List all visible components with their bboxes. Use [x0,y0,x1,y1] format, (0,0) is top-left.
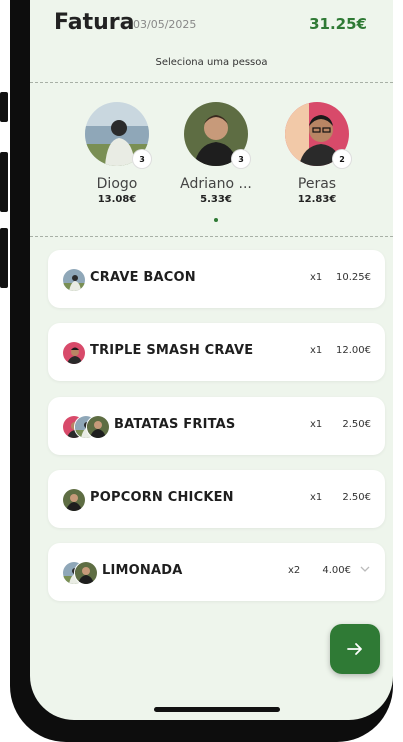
select-person-label: Seleciona uma pessoa [155,57,268,68]
item-name: LIMONADA [102,563,183,578]
avatar-adriano-icon [86,415,110,439]
phone-frame: Fatura 03/05/2025 31.25€ Seleciona uma p… [10,0,393,742]
next-button[interactable] [330,624,380,674]
item-quantity: x1 [310,345,323,356]
item-count-badge: 3 [232,150,250,168]
item-price: 2.50€ [342,492,371,503]
arrow-right-icon [347,643,362,655]
person-adriano[interactable]: 3 Adriano ... 5.33€ [168,102,264,205]
item-price: 2.50€ [342,419,371,430]
item-quantity: x1 [310,272,323,283]
item-quantity: x1 [310,419,323,430]
person-name: Adriano ... [180,176,252,192]
screen: Fatura 03/05/2025 31.25€ Seleciona uma p… [30,0,393,720]
avatar-adriano-icon [74,561,98,585]
person-diogo[interactable]: 3 Diogo 13.08€ [69,102,165,205]
item-count-badge: 3 [133,150,151,168]
invoice-date: 03/05/2025 [133,18,197,31]
item-name: TRIPLE SMASH CRAVE [90,343,254,358]
avatar-adriano-icon [62,488,86,512]
item-card-triple-smash-crave[interactable]: TRIPLE SMASH CRAVE x1 12.00€ [48,323,385,381]
invoice-total: 31.25€ [309,15,367,33]
item-card-popcorn-chicken[interactable]: POPCORN CHICKEN x1 2.50€ [48,470,385,528]
item-card-limonada[interactable]: LIMONADA x2 4.00€ [48,543,385,601]
chevron-down-icon[interactable] [359,563,371,575]
side-button [0,92,8,122]
home-indicator[interactable] [154,707,280,712]
side-button [0,152,8,212]
person-amount: 13.08€ [97,194,137,205]
avatar-diogo-icon [62,268,86,292]
divider [30,236,393,237]
person-name: Diogo [96,176,138,192]
item-card-batatas-fritas[interactable]: BATATAS FRITAS x1 2.50€ [48,397,385,455]
item-quantity: x2 [288,565,301,576]
item-name: CRAVE BACON [90,270,196,285]
avatar: 2 [285,102,351,168]
item-price: 12.00€ [336,345,371,356]
person-amount: 5.33€ [200,194,232,205]
item-name: POPCORN CHICKEN [90,490,234,505]
side-button [0,228,8,288]
avatar-peras-icon [62,341,86,365]
item-card-crave-bacon[interactable]: CRAVE BACON x1 10.25€ [48,250,385,308]
avatar: 3 [184,102,250,168]
person-amount: 12.83€ [297,194,337,205]
item-count-badge: 2 [333,150,351,168]
header: Fatura 03/05/2025 31.25€ Seleciona uma p… [30,0,393,82]
item-price: 4.00€ [322,565,351,576]
avatar: 3 [85,102,151,168]
person-name: Peras [297,176,337,192]
item-name: BATATAS FRITAS [114,417,236,432]
page-title: Fatura [54,10,135,35]
page-indicator-dot [214,218,218,222]
item-price: 10.25€ [336,272,371,283]
divider [30,82,393,83]
person-peras[interactable]: 2 Peras 12.83€ [269,102,365,205]
item-quantity: x1 [310,492,323,503]
